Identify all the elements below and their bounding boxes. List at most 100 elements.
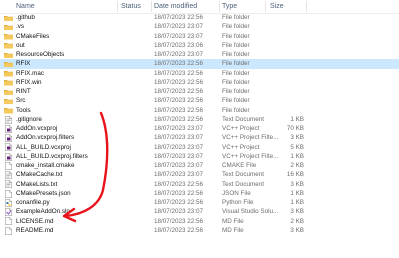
file-type: File folder — [222, 14, 250, 21]
table-row[interactable]: CMakeFiles 18/07/2023 23:07 File folder — [0, 32, 399, 41]
table-row[interactable]: LICENSE.md 18/07/2023 22:56 MD File 2 KB — [0, 217, 399, 226]
table-row[interactable]: .gitignore 18/07/2023 22:56 Text Document 1… — [0, 115, 399, 124]
file-name: README.md — [16, 226, 54, 234]
file-name: CMakeCache.txt — [16, 171, 63, 179]
file-size: 2 KB — [290, 162, 304, 169]
file-name: LICENSE.md — [16, 217, 54, 225]
column-header-name[interactable]: Name — [16, 3, 35, 10]
file-name: ResourceObjects — [16, 51, 65, 58]
date-modified: 18/07/2023 23:07 — [154, 152, 204, 160]
table-row[interactable]: RFIX.win 18/07/2023 22:56 File folder — [0, 78, 399, 87]
table-row[interactable]: ResourceObjects 18/07/2023 23:07 File fold… — [0, 50, 399, 59]
file-size: 3 KB — [290, 226, 304, 234]
date-modified: 18/07/2023 22:56 — [154, 14, 204, 21]
date-modified: 18/07/2023 22:56 — [154, 78, 204, 86]
file-type: Python File — [222, 199, 254, 206]
date-modified: 18/07/2023 22:56 — [154, 106, 204, 114]
table-row[interactable]: Tools 18/07/2023 22:56 File folder — [0, 106, 399, 115]
file-name: ALL_BUILD.vcxproj — [16, 143, 71, 151]
table-row[interactable]: ExampleAddOn.sln 18/07/2023 23:07 Visual S… — [0, 207, 399, 217]
table-row[interactable]: AddOn.vcxproj 18/07/2023 23:07 VC++ Projec… — [0, 124, 399, 133]
date-modified: 18/07/2023 22:56 — [154, 60, 204, 68]
file-size: 1 KB — [290, 152, 304, 160]
date-modified: 18/07/2023 22:56 — [154, 97, 204, 105]
file-name: ExampleAddOn.sln — [16, 208, 70, 216]
table-row[interactable]: out 18/07/2023 23:06 File folder — [0, 41, 399, 50]
table-row[interactable]: CMakeLists.txt 18/07/2023 22:56 Text Docum… — [0, 180, 399, 189]
file-name: CMakeFiles — [16, 32, 50, 40]
file-size: 1 KB — [290, 189, 304, 197]
column-divider[interactable] — [306, 1, 307, 12]
date-modified: 18/07/2023 23:07 — [154, 208, 204, 216]
file-name: RFIX.mac — [16, 69, 44, 77]
table-row[interactable]: RFIX 18/07/2023 22:56 File folder — [0, 59, 399, 69]
file-name: RINT — [16, 88, 31, 95]
table-row[interactable]: RFIX.mac 18/07/2023 22:56 File folder — [0, 69, 399, 78]
column-header-type[interactable]: Type — [222, 3, 237, 10]
file-name: AddOn.vcxproj — [16, 125, 58, 132]
table-row[interactable]: cmake_install.cmake 18/07/2023 23:07 CMAKE… — [0, 161, 399, 170]
date-modified: 18/07/2023 22:56 — [154, 189, 204, 197]
date-modified: 18/07/2023 22:56 — [154, 217, 204, 225]
table-row[interactable]: ALL_BUILD.vcxproj 18/07/2023 23:07 VC++ Pr… — [0, 143, 399, 152]
file-name: cmake_install.cmake — [16, 162, 75, 169]
table-row[interactable]: RINT 18/07/2023 22:56 File folder — [0, 87, 399, 96]
file-size: 16 KB — [286, 171, 304, 179]
file-size: 1 KB — [290, 199, 304, 206]
file-size: 2 KB — [290, 217, 304, 225]
table-row[interactable]: conanfile.py 18/07/2023 22:56 Python File 1… — [0, 198, 399, 207]
date-modified: 18/07/2023 23:07 — [154, 171, 204, 179]
file-name: .vs — [16, 23, 25, 31]
date-modified: 18/07/2023 22:56 — [154, 226, 204, 234]
file-type: File folder — [222, 60, 250, 68]
file-name: .github — [16, 14, 35, 21]
file-type: Visual Studio Solu... — [222, 208, 279, 216]
table-row[interactable]: .vs 18/07/2023 23:07 File folder — [0, 22, 399, 31]
file-name: RFIX — [16, 60, 31, 68]
file-name: CMakeLists.txt — [16, 180, 58, 188]
table-row[interactable]: .github 18/07/2023 22:56 File folder — [0, 13, 399, 22]
date-modified: 18/07/2023 22:56 — [154, 115, 204, 123]
file-type: VC++ Project Filte... — [222, 152, 279, 160]
column-divider[interactable] — [219, 1, 220, 12]
date-modified: 18/07/2023 22:56 — [154, 88, 204, 95]
file-type: File folder — [222, 88, 250, 95]
date-modified: 18/07/2023 23:07 — [154, 51, 204, 58]
table-row[interactable]: ALL_BUILD.vcxproj.filters 18/07/2023 23:0… — [0, 152, 399, 161]
date-modified: 18/07/2023 22:56 — [154, 69, 204, 77]
file-type: Text Document — [222, 180, 264, 188]
file-size: 3 KB — [290, 180, 304, 188]
table-row[interactable]: README.md 18/07/2023 22:56 MD File 3 KB — [0, 226, 399, 235]
date-modified: 18/07/2023 23:07 — [154, 23, 204, 31]
file-name: Tools — [16, 106, 31, 114]
file-type: File folder — [222, 97, 250, 105]
file-type: File folder — [222, 69, 250, 77]
file-type: VC++ Project — [222, 125, 260, 132]
column-divider[interactable] — [151, 1, 152, 12]
file-type: MD File — [222, 226, 244, 234]
table-row[interactable]: AddOn.vcxproj.filters 18/07/2023 23:07 VC+… — [0, 133, 399, 143]
column-divider[interactable] — [117, 1, 118, 12]
column-divider[interactable] — [265, 1, 266, 12]
file-type: File folder — [222, 32, 250, 40]
column-header-status[interactable]: Status — [121, 3, 141, 10]
date-modified: 18/07/2023 22:56 — [154, 199, 204, 206]
table-row[interactable]: CMakeCache.txt 18/07/2023 23:07 Text Docum… — [0, 170, 399, 180]
table-row[interactable]: CMakePresets.json 18/07/2023 22:56 JSON Fi… — [0, 189, 399, 198]
table-row[interactable]: Src 18/07/2023 22:56 File folder — [0, 96, 399, 105]
column-header-date-modified[interactable]: Date modified — [154, 3, 197, 10]
file-type: VC++ Project — [222, 143, 260, 151]
file-type: Text Document — [222, 171, 264, 179]
file-size: 3 KB — [290, 134, 304, 142]
file-size: 5 KB — [290, 143, 304, 151]
file-name: AddOn.vcxproj.filters — [16, 134, 75, 142]
column-header-size[interactable]: Size — [270, 3, 284, 10]
date-modified: 18/07/2023 23:06 — [154, 41, 204, 49]
file-name: ALL_BUILD.vcxproj.filters — [16, 152, 88, 160]
file-list: .github 18/07/2023 22:56 File folder .vs 18/… — [0, 13, 399, 235]
file-name: .gitignore — [16, 115, 42, 123]
file-size: 3 KB — [290, 208, 304, 216]
file-type: Text Document — [222, 115, 264, 123]
date-modified: 18/07/2023 22:56 — [154, 180, 204, 188]
file-type: JSON File — [222, 189, 251, 197]
